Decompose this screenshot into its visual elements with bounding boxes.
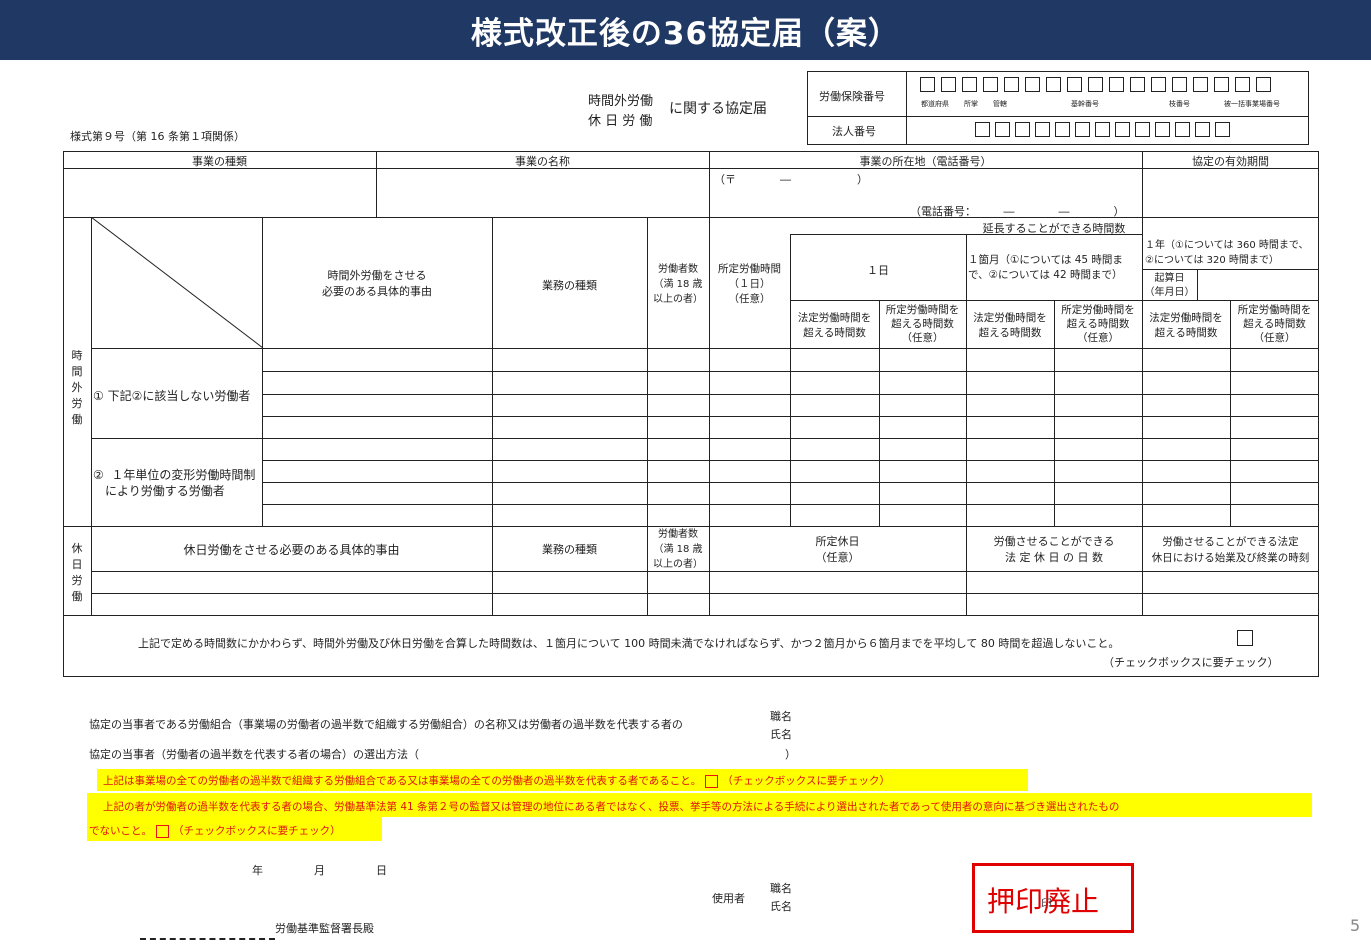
date-day-label: 日 bbox=[376, 864, 387, 877]
majority-union-statement: 上記は事業場の全ての労働者の過半数で組織する労働組合である又は事業場の全ての労働… bbox=[103, 774, 890, 788]
one-year-header: １年（①については 360 時間まで、②については 320 時間まで） bbox=[1145, 240, 1309, 266]
representative-checkbox[interactable] bbox=[156, 824, 169, 838]
page-number: 5 bbox=[1350, 916, 1361, 935]
month-legal-hours-header: 法定労働時間を 超える時間数 bbox=[973, 312, 1047, 339]
one-month-header: １箇月（①については 45 時間まで、②については 42 時間まで） bbox=[968, 254, 1123, 281]
overtime-limit-note: 上記で定める時間数にかかわらず、時間外労働及び休日労働を合算した時間数は、１箇月… bbox=[138, 637, 1120, 650]
banner-title: 様式改正後の36協定届（案） bbox=[470, 16, 901, 52]
majority-union-checkbox[interactable] bbox=[705, 774, 719, 788]
month-scheduled-hours-header: 所定労働時間を 超える時間数 （任意） bbox=[1061, 304, 1135, 344]
party-selection-method: 協定の当事者（労働者の過半数を代表する者の場合）の選出方法（ bbox=[89, 748, 419, 761]
header-business-type: 事業の種類 bbox=[192, 155, 247, 168]
insurance-sub-bulk: 被一括事業場番号 bbox=[1224, 100, 1280, 108]
employer-title-label: 職名 bbox=[770, 882, 792, 895]
overtime-scheduled-hours-header: 所定労働時間 （１日） （任意） bbox=[718, 263, 781, 305]
holiday-reason-header: 休日労働をさせる必要のある具体的事由 bbox=[183, 543, 400, 557]
year-scheduled-hours-header: 所定労働時間を 超える時間数 （任意） bbox=[1237, 304, 1312, 344]
start-date-header: 起算日 （年月日） bbox=[1144, 273, 1195, 298]
insurance-sub-jurisdiction: 管轄 bbox=[993, 100, 1007, 108]
form-number: 様式第９号（第 16 条第１項関係） bbox=[70, 130, 245, 143]
employer-label: 使用者 bbox=[712, 892, 745, 905]
form-title-line2: 休 日 労 働 bbox=[588, 114, 653, 129]
seal-mark: 印 bbox=[1041, 897, 1052, 910]
banner-underline bbox=[42, 60, 1371, 63]
postal-code-field[interactable]: （〒 ― ） bbox=[714, 171, 868, 187]
holiday-days-header: 労働させることができる 法 定 休 日 の 日 数 bbox=[993, 535, 1115, 564]
day-legal-hours-header: 法定労働時間を 超える時間数 bbox=[797, 312, 872, 339]
form-title-suffix: に関する協定届 bbox=[669, 101, 767, 117]
insurance-number-checkbox-grid[interactable] bbox=[920, 77, 1277, 92]
labor-office-addressee: 労働基準監督署長殿 bbox=[275, 922, 374, 935]
overtime-reason-header: 時間外労働をさせる 必要のある具体的事由 bbox=[322, 269, 432, 298]
employer-name-label: 氏名 bbox=[770, 900, 792, 913]
diagonal-header-line bbox=[91, 217, 263, 348]
insurance-sub-office: 所掌 bbox=[964, 100, 978, 108]
header-business-name: 事業の名称 bbox=[515, 155, 570, 168]
header-validity-period: 協定の有効期間 bbox=[1192, 155, 1269, 168]
overtime-workers-header: 労働者数 （満 18 歳 以上の者） bbox=[653, 264, 703, 305]
party-selection-close: ） bbox=[785, 748, 796, 761]
worker-category-1: ① 下記②に該当しない労働者 bbox=[93, 389, 251, 403]
representative-statement: 上記の者が労働者の過半数を代表する者の場合、労働基準法第 41 条第２号の監督又… bbox=[103, 801, 1120, 813]
phone-field[interactable]: （電話番号： ― ― ） bbox=[910, 203, 1125, 219]
date-year-label: 年 bbox=[252, 864, 263, 877]
insurance-sub-base: 基幹番号 bbox=[1071, 100, 1099, 108]
holiday-job-header: 業務の種類 bbox=[542, 543, 597, 556]
insurance-sub-pref: 都道府県 bbox=[921, 100, 949, 108]
one-day-header: １日 bbox=[867, 264, 889, 277]
holiday-side-label: 休日労働 bbox=[71, 542, 83, 603]
holiday-workers-header: 労働者数 （満 18 歳 以上の者） bbox=[653, 529, 703, 570]
insurance-sub-branch: 枝番号 bbox=[1169, 100, 1190, 108]
overtime-limit-check-hint: （チェックボックスに要チェック） bbox=[1103, 656, 1279, 669]
party-title-label: 職名 bbox=[770, 710, 792, 723]
extendable-hours-header: 延長することができる時間数 bbox=[982, 222, 1126, 235]
year-legal-hours-header: 法定労働時間を 超える時間数 bbox=[1149, 312, 1223, 339]
representative-statement-end: でないこと。 （チェックボックスに要チェック） bbox=[89, 824, 341, 838]
party-name-label: 氏名 bbox=[770, 728, 792, 741]
party-union-line: 協定の当事者である労働組合（事業場の労働者の過半数で組織する労働組合）の名称又は… bbox=[89, 718, 683, 731]
holiday-scheduled-header: 所定休日 （任意） bbox=[815, 535, 860, 564]
corporate-number-label: 法人番号 bbox=[832, 125, 876, 138]
overtime-side-label: 時間外労働 bbox=[71, 349, 83, 426]
day-scheduled-hours-header: 所定労働時間を 超える時間数 （任意） bbox=[885, 304, 960, 344]
addressee-underline bbox=[140, 938, 275, 941]
form-title-line1: 時間外労働 bbox=[588, 94, 654, 109]
title-banner: 様式改正後の36協定届（案） bbox=[0, 0, 1371, 60]
header-business-location: 事業の所在地（電話番号） bbox=[859, 155, 992, 168]
worker-category-2: ② １年単位の変形労働時間制 により労働する労働者 bbox=[93, 468, 256, 498]
corporate-number-checkbox-grid[interactable] bbox=[975, 122, 1235, 137]
holiday-times-header: 労働させることができる法定 休日における始業及び終業の時刻 bbox=[1151, 536, 1310, 564]
date-month-label: 月 bbox=[314, 864, 325, 877]
insurance-number-label: 労働保険番号 bbox=[819, 90, 885, 103]
overtime-limit-checkbox[interactable] bbox=[1237, 630, 1253, 646]
overtime-job-header: 業務の種類 bbox=[542, 279, 597, 292]
